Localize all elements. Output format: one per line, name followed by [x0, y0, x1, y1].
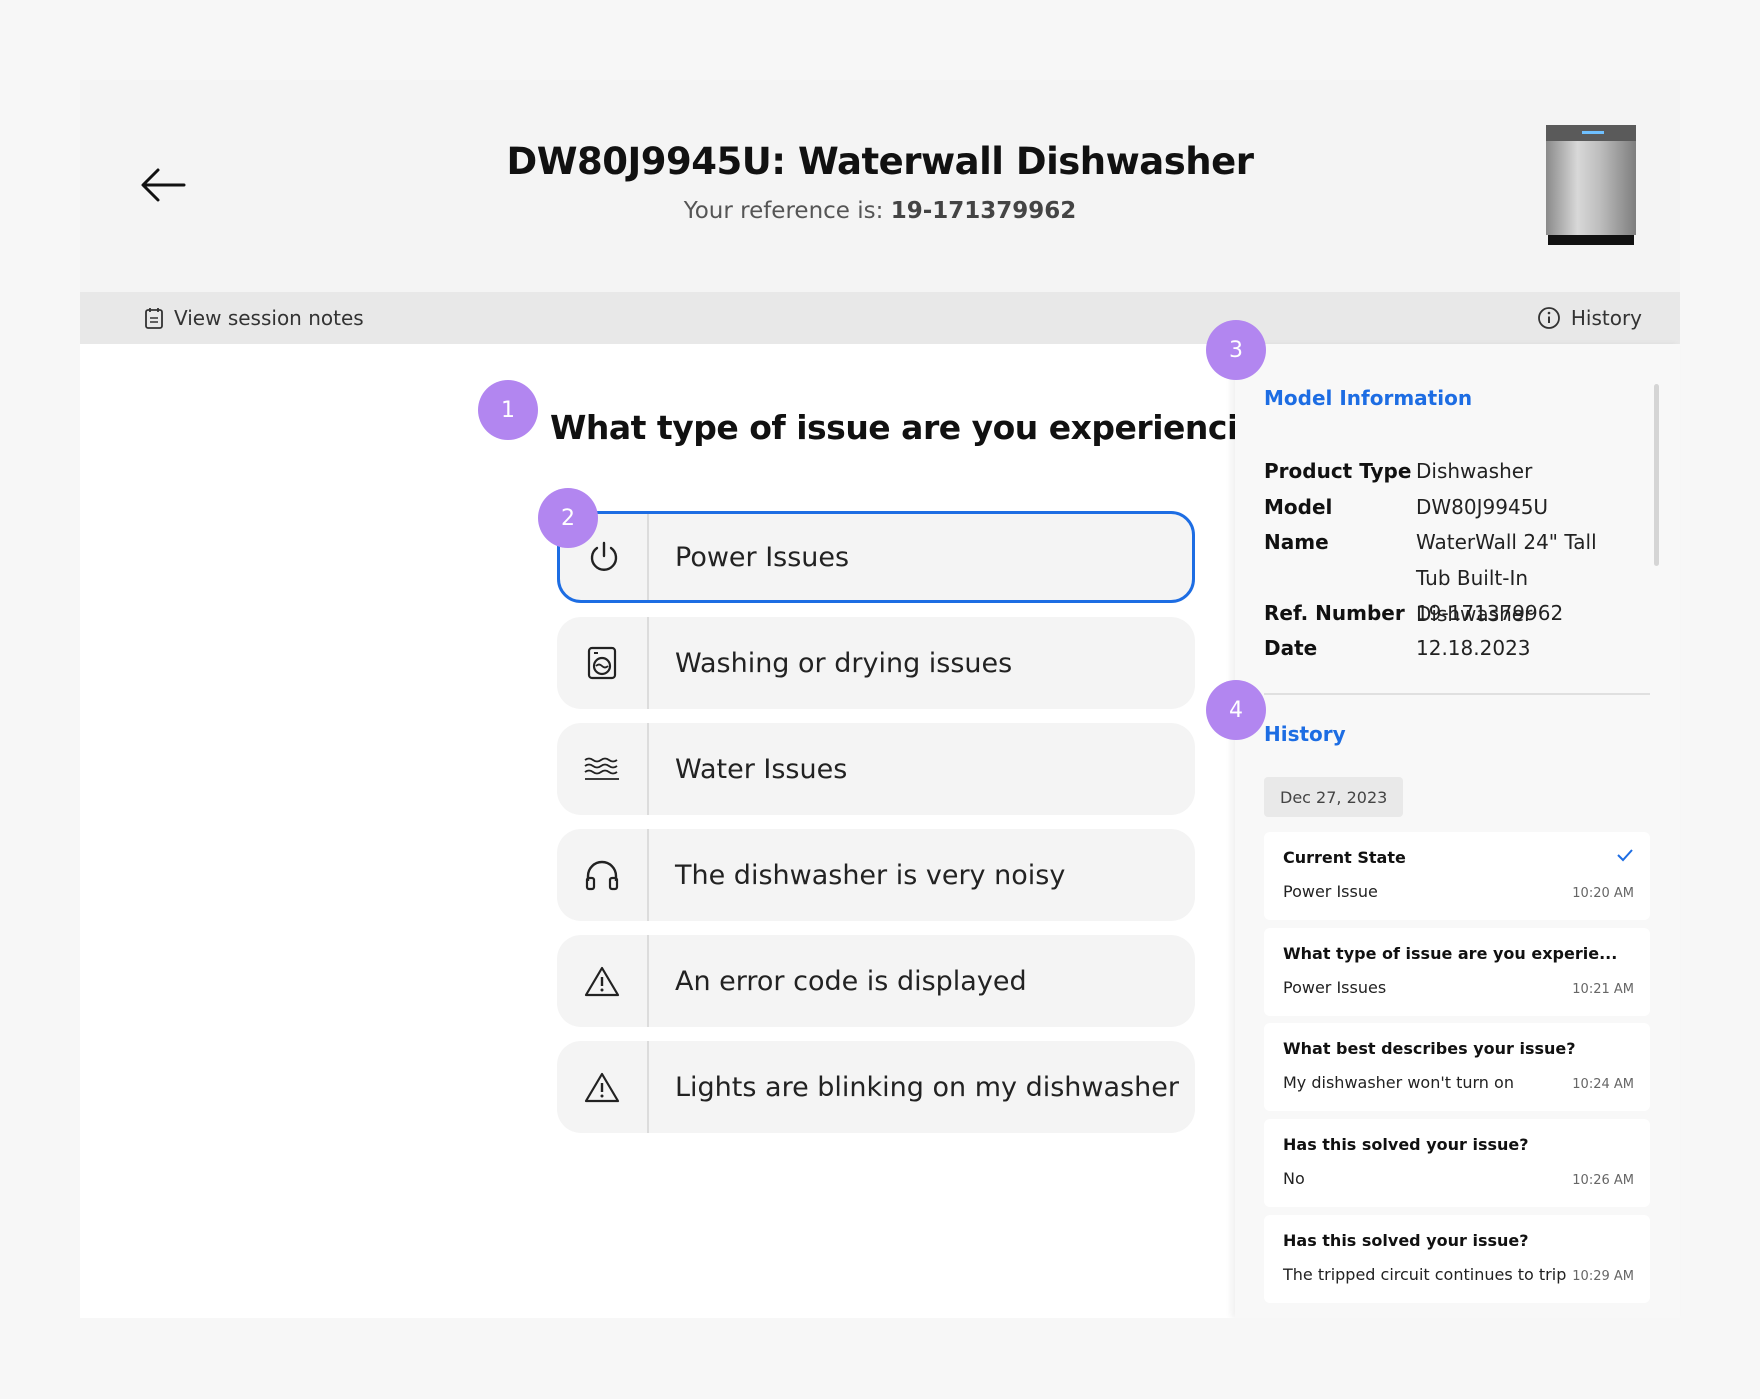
history-date-chip: Dec 27, 2023	[1264, 777, 1404, 817]
option-lights-blinking[interactable]: Lights are blinking on my dishwasher	[557, 1041, 1195, 1133]
option-noisy[interactable]: The dishwasher is very noisy	[557, 829, 1195, 921]
history-answer: No	[1283, 1169, 1305, 1188]
history-item[interactable]: What best describes your issue? My dishw…	[1264, 1023, 1650, 1111]
option-error-code[interactable]: An error code is displayed	[557, 935, 1195, 1027]
option-power-issues[interactable]: Power Issues	[557, 511, 1195, 603]
session-notes-label: View session notes	[174, 306, 364, 330]
question-heading: What type of issue are you experiencing?	[550, 408, 1303, 447]
session-toolbar: View session notes History	[80, 292, 1680, 344]
history-question: Has this solved your issue?	[1283, 1231, 1529, 1250]
warning-icon	[557, 935, 649, 1027]
option-label: Water Issues	[675, 753, 848, 785]
water-waves-icon	[557, 723, 649, 815]
annotation-badge-3: 3	[1206, 320, 1266, 380]
info-key: Product Type	[1264, 459, 1412, 483]
history-item[interactable]: Has this solved your issue? The tripped …	[1264, 1215, 1650, 1303]
history-time: 10:26 AM	[1572, 1173, 1634, 1188]
option-label: Washing or drying issues	[675, 647, 1013, 679]
reference-label: Your reference is:	[683, 198, 884, 224]
option-label: Lights are blinking on my dishwasher	[675, 1071, 1179, 1103]
annotation-badge-2: 2	[538, 488, 598, 548]
page-header: DW80J9945U: Waterwall Dishwasher Your re…	[80, 80, 1680, 292]
history-title: History	[1264, 722, 1346, 746]
info-value: 12.18.2023	[1416, 636, 1531, 660]
reference-number: 19-171379962	[890, 198, 1077, 224]
info-icon	[1537, 307, 1560, 329]
history-answer: Power Issue	[1283, 882, 1378, 901]
option-washing-drying[interactable]: Washing or drying issues	[557, 617, 1195, 709]
history-time: 10:20 AM	[1572, 886, 1634, 901]
sidebar-scrollbar[interactable]	[1654, 384, 1659, 566]
history-item[interactable]: Current State Power Issue 10:20 AM	[1264, 832, 1650, 920]
info-key: Model	[1264, 495, 1333, 519]
history-question: Has this solved your issue?	[1283, 1135, 1529, 1154]
annotation-badge-1: 1	[478, 380, 538, 440]
history-answer: My dishwasher won't turn on	[1283, 1073, 1514, 1092]
info-row-product-type: Product Type Dishwasher	[1264, 453, 1636, 489]
history-time: 10:21 AM	[1572, 982, 1634, 997]
frame-bottom-mask	[0, 1318, 1760, 1399]
history-time: 10:29 AM	[1572, 1269, 1634, 1284]
view-session-notes-button[interactable]: View session notes	[144, 292, 364, 344]
page-title: DW80J9945U: Waterwall Dishwasher	[506, 140, 1254, 183]
history-button-label: History	[1570, 306, 1642, 330]
warning-icon	[557, 1041, 649, 1133]
option-label: The dishwasher is very noisy	[675, 859, 1066, 891]
history-item[interactable]: What type of issue are you experie... Po…	[1264, 928, 1650, 1016]
clipboard-icon	[145, 308, 163, 329]
product-image	[1544, 123, 1638, 247]
info-value: DW80J9945U	[1416, 495, 1549, 519]
history-item[interactable]: Has this solved your issue? No 10:26 AM	[1264, 1119, 1650, 1207]
history-answer: The tripped circuit continues to trip	[1283, 1265, 1567, 1284]
option-label: An error code is displayed	[675, 965, 1027, 997]
washer-icon	[557, 617, 649, 709]
info-row-model: Model DW80J9945U	[1264, 489, 1636, 525]
issue-options: Power Issues Washing or drying issues Wa…	[557, 511, 1195, 1147]
info-key: Date	[1264, 636, 1318, 660]
info-row-ref-number: Ref. Number 19-171379962	[1264, 595, 1636, 631]
info-value: 19-171379962	[1416, 601, 1564, 625]
checkmark-icon	[1617, 849, 1633, 862]
history-question: What best describes your issue?	[1283, 1039, 1576, 1058]
history-question: Current State	[1283, 848, 1406, 867]
history-time: 10:24 AM	[1572, 1077, 1634, 1092]
annotation-badge-4: 4	[1206, 680, 1266, 740]
info-value: Dishwasher	[1416, 459, 1533, 483]
sidebar-divider	[1264, 693, 1650, 695]
info-key: Ref. Number	[1264, 601, 1405, 625]
model-info-title: Model Information	[1264, 386, 1473, 410]
headphones-icon	[557, 829, 649, 921]
reference-line: Your reference is: 19-171379962	[80, 198, 1680, 224]
history-question: What type of issue are you experie...	[1283, 944, 1618, 963]
option-water-issues[interactable]: Water Issues	[557, 723, 1195, 815]
info-row-date: Date 12.18.2023	[1264, 630, 1636, 666]
history-answer: Power Issues	[1283, 978, 1387, 997]
history-button[interactable]: History	[1537, 292, 1642, 344]
option-label: Power Issues	[675, 541, 850, 573]
